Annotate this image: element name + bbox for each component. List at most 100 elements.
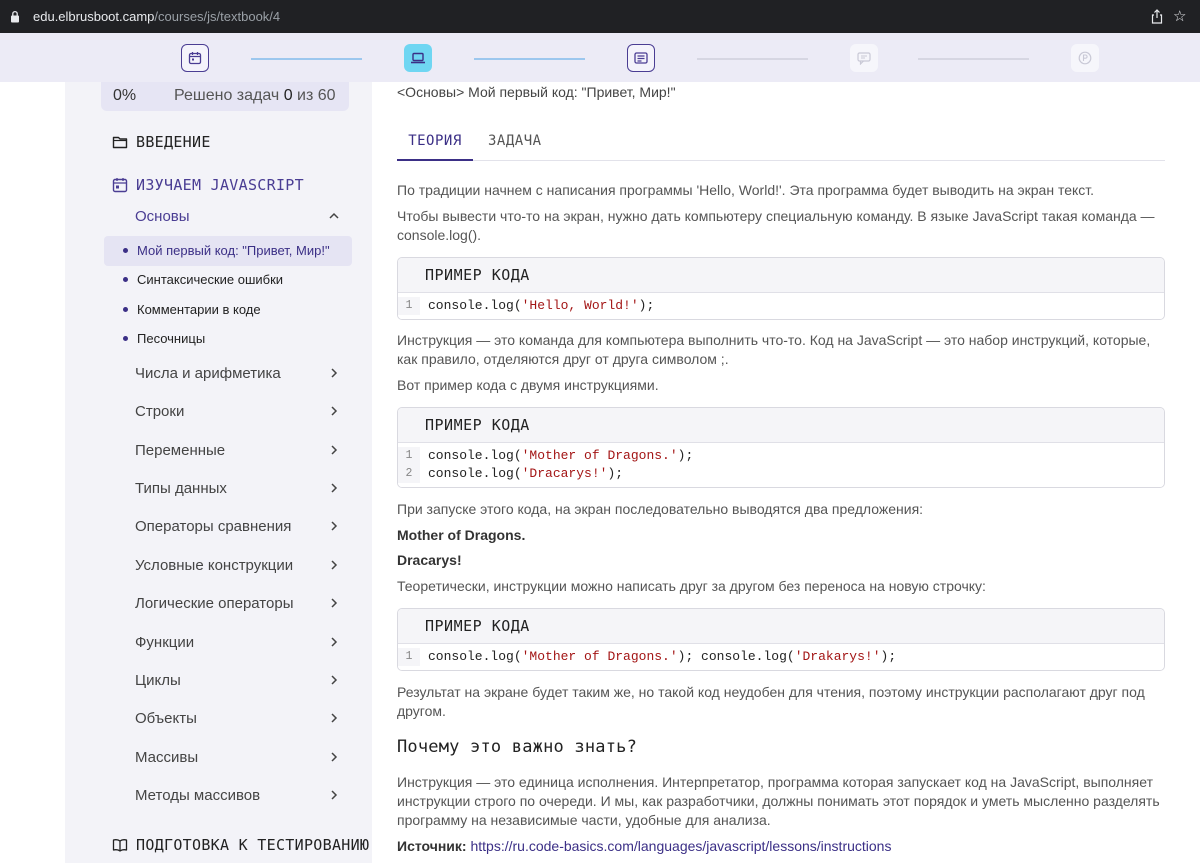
coin-icon [1078,51,1092,65]
url-domain: edu.elbrusboot.camp [33,9,155,24]
tab-task[interactable]: ЗАДАЧА [488,133,542,149]
section-learn-js[interactable]: ИЗУЧАЕМ JAVASCRIPT [112,176,304,194]
code-text[interactable]: console.log('Mother of Dragons.'); [420,447,1164,465]
code-line: 1 console.log('Mother of Dragons.'); [398,447,1164,465]
bullet [123,307,128,312]
code-line: 1 console.log('Hello, World!'); [398,297,1164,315]
topic-item[interactable]: Операторы сравнения [135,518,345,535]
book-icon [112,839,128,852]
solved-counter: Решено задач 0 из 60 [174,87,336,104]
code-example-header: ПРИМЕР КОДА [398,258,1164,293]
section-heading: Почему это важно знать? [397,737,638,757]
chevron-up-icon[interactable] [327,209,341,223]
lesson-item[interactable]: Песочницы [104,324,352,354]
paragraph: Чтобы вывести что-то на экран, нужно дат… [397,208,1155,243]
topic-item[interactable]: Условные конструкции [135,557,345,574]
code-text[interactable]: console.log('Dracarys!'); [420,465,1164,483]
code-example: ПРИМЕР КОДА 1 console.log('Hello, World!… [397,257,1165,320]
paragraph: Инструкция — это единица исполнения. Инт… [397,774,1160,828]
topic-item[interactable]: Функции [135,634,345,651]
lesson-item[interactable]: Синтаксические ошибки [104,265,352,295]
chevron-right-icon [331,560,338,570]
lock-icon [11,10,19,23]
step-connector [697,58,808,60]
code-text[interactable]: console.log('Mother of Dragons.'); conso… [420,648,1164,666]
step-connector [918,58,1029,60]
chevron-right-icon [331,368,338,378]
lesson-tabs: ТЕОРИЯ ЗАДАЧА [397,130,1165,161]
url-path: /courses/js/textbook/4 [154,9,281,24]
paragraph: Вот пример кода с двумя инструкциями. [397,377,659,393]
chevron-right-icon [331,752,338,762]
code-example-header: ПРИМЕР КОДА [398,408,1164,443]
topic-basics[interactable]: Основы [135,208,190,225]
chevron-right-icon [331,790,338,800]
line-number: 1 [398,297,420,315]
output-line: Dracarys! [397,552,462,568]
source-link[interactable]: https://ru.code-basics.com/languages/jav… [470,838,891,854]
topic-item[interactable]: Типы данных [135,480,345,497]
share-icon[interactable] [1150,9,1164,24]
step-calendar[interactable] [181,44,209,72]
course-progress-stepper [0,33,1200,82]
code-example-header: ПРИМЕР КОДА [398,609,1164,644]
bookmark-star-icon[interactable]: ☆ [1173,7,1186,25]
line-number: 1 [398,648,420,666]
line-number: 1 [398,447,420,465]
browser-address-bar: edu.elbrusboot.camp/courses/js/textbook/… [0,0,1200,33]
folder-icon [112,136,128,149]
topic-item[interactable]: Методы массивов [135,787,345,804]
lesson-label: Синтаксические ошибки [137,272,284,287]
progress-percent: 0% [113,87,137,104]
bullet [123,277,128,282]
section-testing[interactable]: ПОДГОТОВКА К ТЕСТИРОВАНИЮ [112,836,369,854]
step-card[interactable] [627,44,655,72]
laptop-icon [411,52,425,64]
paragraph: При запуске этого кода, на экран последо… [397,501,924,517]
step-coin[interactable] [1071,44,1099,72]
topic-item[interactable]: Циклы [135,672,345,689]
tab-theory[interactable]: ТЕОРИЯ [397,133,473,161]
topic-item[interactable]: Массивы [135,749,345,766]
code-line: 1 console.log('Mother of Dragons.'); con… [398,648,1164,666]
step-connector [251,58,362,60]
chevron-right-icon [331,713,338,723]
paragraph: Результат на экране будет таким же, но т… [397,684,1145,719]
section-intro[interactable]: ВВЕДЕНИЕ [112,133,211,151]
bullet [123,248,128,253]
paragraph: По традиции начнем с написания программы… [397,182,1095,198]
step-connector [474,58,585,60]
topic-item[interactable]: Объекты [135,710,345,727]
topic-item[interactable]: Переменные [135,442,345,459]
source-label: Источник: [397,838,467,854]
step-laptop[interactable] [404,44,432,72]
lesson-breadcrumb: <Основы> Мой первый код: "Привет, Мир!" [397,84,676,100]
code-text[interactable]: console.log('Hello, World!'); [420,297,1164,315]
calendar-icon [188,52,202,65]
section-learn-js-label: ИЗУЧАЕМ JAVASCRIPT [136,176,304,194]
code-line: 2 console.log('Dracarys!'); [398,465,1164,483]
step-chat[interactable] [850,44,878,72]
line-number: 2 [398,465,420,483]
code-example: ПРИМЕР КОДА 1 console.log('Mother of Dra… [397,608,1165,671]
chevron-right-icon [331,598,338,608]
bullet [123,336,128,341]
url-field[interactable]: edu.elbrusboot.camp/courses/js/textbook/… [33,9,280,24]
lesson-item[interactable]: Комментарии в коде [104,295,352,325]
topic-item[interactable]: Логические операторы [135,595,345,612]
paragraph: Теоретически, инструкции можно написать … [397,578,986,594]
chevron-right-icon [331,637,338,647]
section-intro-label: ВВЕДЕНИЕ [136,133,211,151]
lesson-label: Мой первый код: "Привет, Мир!" [137,243,330,258]
lesson-item-current[interactable]: Мой первый код: "Привет, Мир!" [104,236,352,266]
calendar-icon [112,178,128,193]
chevron-right-icon [331,445,338,455]
section-testing-label: ПОДГОТОВКА К ТЕСТИРОВАНИЮ [136,836,370,854]
lesson-label: Комментарии в коде [137,302,261,317]
lesson-label: Песочницы [137,331,206,346]
task-progress-box: 0% Решено задач 0 из 60 [101,82,349,111]
chevron-right-icon [331,521,338,531]
topic-item[interactable]: Строки [135,403,345,420]
paragraph: Инструкция — это команда для компьютера … [397,332,1151,367]
topic-item[interactable]: Числа и арифметика [135,365,345,382]
